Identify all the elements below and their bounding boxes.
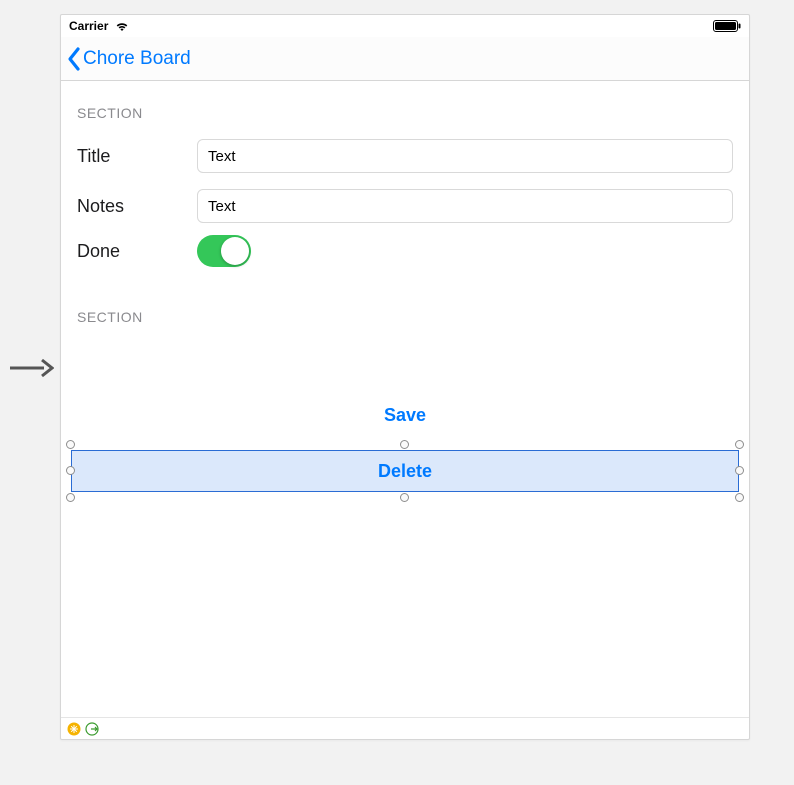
selection-handle[interactable] <box>735 466 744 475</box>
delete-button[interactable]: Delete <box>71 450 739 492</box>
done-toggle[interactable] <box>197 235 251 267</box>
wifi-icon <box>114 20 130 32</box>
selection-handle[interactable] <box>400 440 409 449</box>
warning-icon[interactable] <box>67 722 81 736</box>
title-input[interactable] <box>197 139 733 173</box>
selection-handle[interactable] <box>400 493 409 502</box>
navigation-bar: Chore Board <box>61 37 749 81</box>
notes-input[interactable] <box>197 189 733 223</box>
form-content: Section Title Notes Done Section Save De… <box>61 81 749 717</box>
title-label: Title <box>77 146 197 167</box>
battery-icon <box>713 20 741 32</box>
back-chevron-icon[interactable] <box>65 46 83 72</box>
device-frame: Carrier Chore Board Section Title <box>60 14 750 740</box>
selection-handle[interactable] <box>735 493 744 502</box>
delete-button-selection: Delete <box>71 450 739 492</box>
done-label: Done <box>77 241 197 262</box>
status-bar: Carrier <box>61 15 749 37</box>
back-button-label[interactable]: Chore Board <box>83 48 191 70</box>
toggle-knob <box>221 237 249 265</box>
exit-segue-icon[interactable] <box>85 722 99 736</box>
segue-arrow-annotation <box>8 356 54 385</box>
canvas-footer-bar <box>61 717 749 739</box>
title-row: Title <box>77 139 733 173</box>
save-button[interactable]: Save <box>384 405 426 426</box>
selection-handle[interactable] <box>66 440 75 449</box>
selection-handle[interactable] <box>735 440 744 449</box>
notes-label: Notes <box>77 196 197 217</box>
selection-handle[interactable] <box>66 493 75 502</box>
notes-row: Notes <box>77 189 733 223</box>
selection-handle[interactable] <box>66 466 75 475</box>
carrier-label: Carrier <box>69 19 108 33</box>
done-row: Done <box>77 235 733 267</box>
section-header-2: Section <box>77 309 733 325</box>
section-header-1: Section <box>77 105 733 121</box>
